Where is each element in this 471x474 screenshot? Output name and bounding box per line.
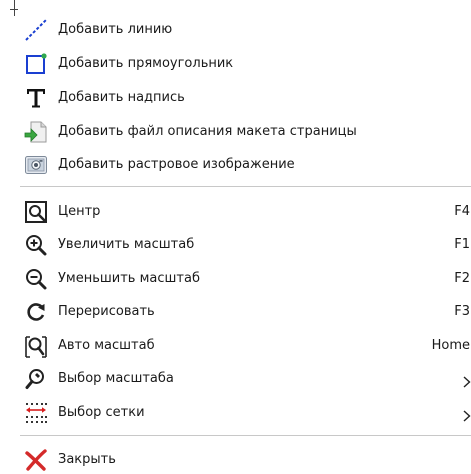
menu-item-add-text[interactable]: Добавить надпись [20,83,471,113]
auto-zoom-icon [24,334,48,358]
menu-item-add-line[interactable]: Добавить линию [20,15,471,45]
redraw-icon [24,300,48,324]
menu-item-label: Авто масштаб [58,338,155,353]
menu-item-label: Перерисовать [58,304,155,319]
corner-marker [14,0,15,16]
menu-item-label: Добавить линию [58,22,173,37]
menu-item-zoom-select[interactable]: Выбор масштаба [20,364,471,394]
menu-item-center[interactable]: Центр F4 [20,197,471,227]
shortcut-label: Home [431,338,470,353]
menu-item-add-raster-image[interactable]: Добавить растровое изображение [20,150,471,180]
center-icon [24,200,48,224]
rectangle-icon [24,52,48,76]
menu-item-label: Выбор сетки [58,405,145,420]
shortcut-label: F3 [454,304,470,319]
zoom-select-icon [24,367,48,391]
zoom-out-icon [24,267,48,291]
menu-item-label: Выбор масштаба [58,371,174,386]
text-icon [24,86,48,110]
menu-item-auto-zoom[interactable]: Авто масштаб Home [20,331,471,361]
menu-item-label: Добавить файл описания макета страницы [58,124,357,139]
menu-item-label: Добавить растровое изображение [58,157,295,172]
menu-separator [20,186,471,187]
menu-item-zoom-in[interactable]: Увеличить масштаб F1 [20,230,471,260]
menu-item-redraw[interactable]: Перерисовать F3 [20,297,471,327]
chevron-right-icon [463,407,471,422]
menu-item-close[interactable]: Закрыть [20,445,471,474]
image-icon [24,153,48,177]
close-icon [24,448,48,472]
menu-item-label: Увеличить масштаб [58,237,195,252]
corner-marker-tick [10,9,18,10]
menu-item-label: Уменьшить масштаб [58,271,200,286]
line-icon [24,18,48,42]
menu-item-label: Добавить прямоугольник [58,56,234,71]
shortcut-label: F1 [454,237,470,252]
menu-item-label: Добавить надпись [58,90,185,105]
menu-item-add-layout-file[interactable]: Добавить файл описания макета страницы [20,117,471,147]
menu-item-label: Центр [58,204,101,219]
grid-select-icon [24,401,48,425]
menu-item-label: Закрыть [58,452,116,467]
menu-item-add-rectangle[interactable]: Добавить прямоугольник [20,49,471,79]
shortcut-label: F4 [454,204,470,219]
menu-item-grid-select[interactable]: Выбор сетки [20,398,471,428]
shortcut-label: F2 [454,271,470,286]
chevron-right-icon [463,373,471,388]
menu-item-zoom-out[interactable]: Уменьшить масштаб F2 [20,264,471,294]
menu-separator [20,435,471,436]
layout-file-icon [24,120,48,144]
zoom-in-icon [24,233,48,257]
context-menu: Добавить линию Добавить прямоугольник До… [0,0,471,474]
